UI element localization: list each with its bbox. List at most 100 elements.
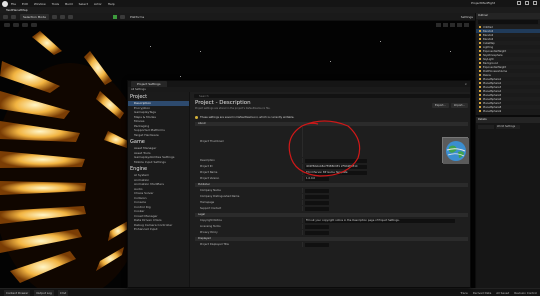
import-button[interactable]: Import...: [450, 103, 468, 108]
menu-select[interactable]: Select: [79, 2, 88, 6]
blueprint-icon[interactable]: [59, 14, 65, 19]
menu-edit[interactable]: Edit: [22, 2, 28, 6]
details-title[interactable]: Details: [476, 117, 540, 123]
property-value-input[interactable]: [305, 224, 329, 229]
property-value-input[interactable]: 4D2EBA0A48A7E9B8C9E1 2F8A9B6E1C: [305, 164, 367, 169]
column-divider[interactable]: [302, 170, 303, 175]
property-value-input[interactable]: [305, 206, 329, 211]
column-divider[interactable]: [302, 206, 303, 211]
property-row: Copyright Notice Fill out your copyright …: [195, 218, 468, 223]
page-subtitle: Project settings are stored in the proje…: [195, 107, 271, 110]
settings-button[interactable]: Settings: [461, 15, 473, 19]
column-divider[interactable]: [302, 230, 303, 235]
pause-icon[interactable]: [119, 14, 125, 19]
folder-icon: [479, 90, 481, 92]
outliner-search-input[interactable]: [478, 20, 538, 24]
column-divider[interactable]: [302, 176, 303, 181]
cmd-input[interactable]: Cmd: [57, 289, 69, 296]
column-divider[interactable]: [302, 158, 303, 163]
level-tab[interactable]: TestPlanetMap: [6, 8, 28, 12]
folder-icon: [479, 38, 481, 40]
menu-actor[interactable]: Actor: [94, 2, 102, 6]
property-row: Support Contact: [195, 206, 468, 211]
folder-icon: [479, 94, 481, 96]
menu-window[interactable]: Window: [34, 2, 46, 6]
folder-icon: [479, 98, 481, 100]
column-divider[interactable]: [302, 164, 303, 169]
minimize-icon[interactable]: [517, 1, 521, 5]
outliner-row-label: CubeMap: [483, 41, 495, 45]
cinematics-icon[interactable]: [67, 14, 73, 19]
world-settings-tab[interactable]: World Settings: [496, 125, 520, 129]
outliner-row[interactable]: PlanetSphere9: [476, 109, 540, 113]
output-log-button[interactable]: Output Log: [34, 289, 54, 296]
category-header[interactable]: Legal: [195, 213, 468, 217]
column-divider[interactable]: [302, 194, 303, 199]
property-value-input[interactable]: 1.0.0.0: [305, 176, 329, 181]
property-label: Company Name: [200, 189, 221, 192]
status-bar: Content Drawer Output Log Cmd Trace Deri…: [0, 288, 540, 296]
property-row: Privacy Policy: [195, 230, 468, 235]
dialog-close-icon[interactable]: ×: [464, 82, 467, 86]
property-label: Homepage: [200, 201, 215, 204]
property-value-input[interactable]: Third Person BP Game Template: [305, 170, 367, 175]
outliner-list: Untitled BlendAll BlendAll BlendAll CubeMap L…: [476, 25, 540, 113]
editor-window: File Edit Window Tools Build Select Acto…: [0, 0, 540, 296]
play-icon[interactable]: [112, 14, 117, 19]
save-status[interactable]: All Saved: [496, 291, 509, 295]
column-divider[interactable]: [302, 200, 303, 205]
folder-icon: [479, 106, 481, 108]
menu-help[interactable]: Help: [108, 2, 115, 6]
nav-section-title: Engine: [130, 166, 148, 172]
property-value-input[interactable]: [305, 242, 329, 247]
outliner-row-label: Pawns: [483, 73, 491, 77]
menu-tools[interactable]: Tools: [52, 2, 59, 6]
outliner-title[interactable]: Outliner: [476, 13, 540, 19]
platforms-button[interactable]: Platforms: [130, 15, 144, 19]
property-label: Project Version: [200, 177, 220, 180]
settings-search-input[interactable]: Search: [194, 94, 470, 98]
nav-item[interactable]: Enhanced Input: [128, 227, 189, 232]
column-divider[interactable]: [302, 224, 303, 229]
window-controls: [517, 1, 537, 5]
folder-icon: [479, 34, 481, 36]
menu-file[interactable]: File: [11, 2, 16, 6]
trace-button[interactable]: Trace: [460, 291, 467, 295]
derived-data-button[interactable]: Derived Data: [473, 291, 492, 295]
revision-control-button[interactable]: Revision Control: [514, 291, 537, 295]
add-actor-icon[interactable]: [51, 14, 57, 19]
property-value-input[interactable]: [305, 188, 329, 193]
menu-build[interactable]: Build: [65, 2, 73, 6]
outliner-row-label: SkyLight: [483, 57, 494, 61]
folder-icon: [479, 46, 481, 48]
category-header[interactable]: About: [195, 122, 468, 126]
project-thumbnail[interactable]: [442, 137, 469, 164]
content-drawer-button[interactable]: Content Drawer: [4, 289, 31, 296]
details-tab-placeholder[interactable]: [478, 125, 494, 129]
content-icon[interactable]: [11, 14, 16, 19]
property-value-input[interactable]: [305, 200, 329, 205]
property-row: Homepage: [195, 200, 468, 205]
property-value-input[interactable]: [305, 230, 329, 235]
property-value-input[interactable]: [305, 158, 367, 163]
property-value-input[interactable]: [305, 194, 329, 199]
category-header[interactable]: Publisher: [195, 183, 468, 187]
column-divider[interactable]: [302, 242, 303, 247]
maximize-icon[interactable]: [525, 1, 529, 5]
mode-select[interactable]: Selection Mode: [20, 13, 49, 20]
outliner-row-label: PlanetSphere8: [483, 105, 502, 109]
column-divider[interactable]: [302, 127, 303, 157]
close-icon[interactable]: [533, 1, 537, 5]
property-label: Copyright Notice: [200, 219, 222, 222]
engine-logo-icon[interactable]: [2, 0, 8, 7]
column-divider[interactable]: [302, 218, 303, 223]
main-toolbar: Selection Mode Platforms Settings: [0, 13, 475, 21]
project-settings-window: Project Settings × All Settings Project D…: [127, 80, 471, 288]
export-button[interactable]: Export...: [431, 103, 449, 108]
column-divider[interactable]: [302, 188, 303, 193]
project-settings-tab[interactable]: Project Settings: [131, 81, 167, 87]
details-panel: Details World Settings: [475, 117, 540, 288]
save-icon[interactable]: [3, 14, 8, 19]
category-header[interactable]: Displayed: [195, 237, 468, 241]
property-value-input[interactable]: Fill out your copyright notice in the De…: [305, 218, 455, 223]
